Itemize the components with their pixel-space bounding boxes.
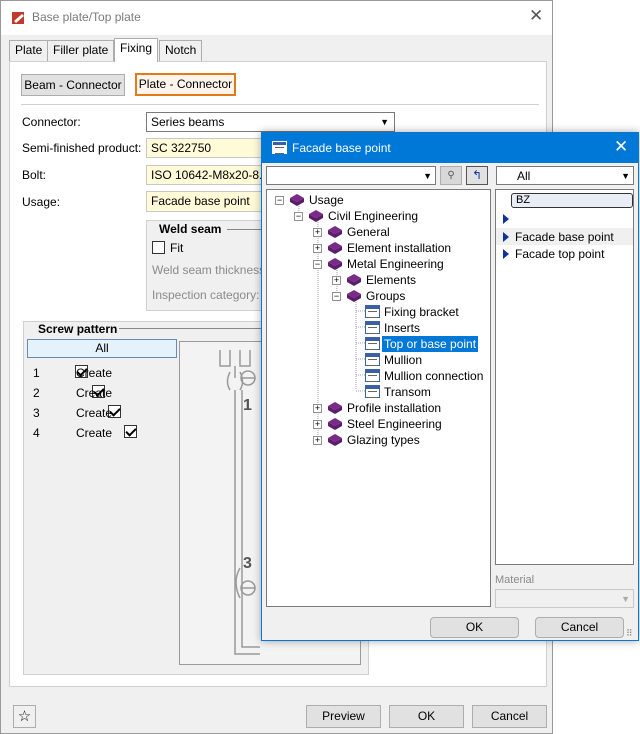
category-tree: − Usage − Civil Engineering + General + … — [266, 189, 491, 607]
material-select[interactable]: ▼ — [495, 589, 634, 608]
book-icon — [290, 194, 304, 206]
book-icon — [328, 226, 342, 238]
table-icon — [365, 337, 380, 350]
book-icon — [328, 434, 342, 446]
create-label-2: Create — [76, 386, 113, 400]
cancel-button[interactable]: Cancel — [472, 705, 547, 728]
favorites-button[interactable]: ☆ — [13, 705, 36, 728]
connector-label: Connector: — [22, 115, 81, 129]
facade-dialog: Facade base point ✕ ▼ ⚲ ↰ All ▼ − Usage … — [261, 132, 639, 641]
row-marker-icon — [503, 249, 509, 259]
book-icon — [328, 402, 342, 414]
expand-icon[interactable]: + — [313, 436, 322, 445]
arrow-up-icon: ↰ — [471, 168, 483, 182]
filter-select[interactable]: All ▼ — [496, 166, 634, 185]
tab-filler-plate[interactable]: Filler plate — [47, 40, 115, 61]
book-icon — [328, 242, 342, 254]
plate-connector-button[interactable]: Plate - Connector — [135, 73, 236, 96]
table-icon — [365, 369, 380, 382]
book-icon — [309, 210, 323, 222]
tab-notch[interactable]: Notch — [159, 40, 203, 61]
screw-row-number: 3 — [33, 406, 40, 420]
facade-dialog-title: Facade base point — [292, 141, 391, 155]
main-window-title: Base plate/Top plate — [32, 10, 141, 24]
collapse-icon[interactable]: − — [294, 212, 303, 221]
ok-button[interactable]: OK — [389, 705, 464, 728]
list-item[interactable]: Facade base point — [496, 228, 633, 245]
weld-thickness-label: Weld seam thickness — [152, 263, 266, 277]
facade-title-bar: Facade base point ✕ — [262, 133, 638, 163]
create-label-3: Create — [76, 406, 113, 420]
material-label: Material — [495, 574, 535, 586]
screw-row-number: 4 — [33, 426, 40, 440]
screw-pattern-title-rule — [119, 328, 264, 329]
screw-row-number: 1 — [33, 366, 40, 380]
row-marker-icon — [503, 232, 509, 242]
book-icon — [328, 258, 342, 270]
facade-ok-button[interactable]: OK — [430, 617, 519, 638]
book-icon — [347, 290, 361, 302]
create-checkbox-4[interactable] — [124, 425, 138, 438]
facade-cancel-button[interactable]: Cancel — [535, 617, 624, 638]
usage-label: Usage: — [22, 195, 61, 209]
collapse-icon[interactable]: − — [332, 292, 341, 301]
screw-pattern-title: Screw pattern — [36, 322, 120, 336]
up-level-button[interactable]: ↰ — [466, 166, 488, 185]
table-icon — [365, 385, 380, 398]
expand-icon[interactable]: + — [332, 276, 341, 285]
bolt-label: Bolt: — [22, 168, 47, 182]
close-icon[interactable]: ✕ — [614, 137, 628, 157]
create-label-1: Create — [76, 366, 113, 380]
expand-icon[interactable]: + — [313, 404, 322, 413]
book-icon — [347, 274, 361, 286]
preview-button[interactable]: Preview — [306, 705, 381, 728]
resize-grip-icon[interactable]: ⠿ — [626, 628, 633, 639]
book-icon — [328, 418, 342, 430]
close-icon[interactable]: ✕ — [529, 6, 543, 26]
fit-label: Fit — [170, 241, 184, 255]
create-label-4: Create — [76, 426, 113, 440]
star-icon: ☆ — [17, 708, 32, 725]
main-title-bar: Base plate/Top plate ✕ — [1, 1, 552, 35]
all-button[interactable]: All — [27, 339, 177, 358]
chevron-down-icon: ▼ — [380, 117, 389, 127]
table-icon — [365, 353, 380, 366]
expand-icon[interactable]: + — [313, 244, 322, 253]
list-item[interactable]: Facade top point — [496, 245, 633, 262]
preview-label-3: 3 — [243, 555, 252, 572]
app-icon — [12, 12, 24, 24]
chevron-down-icon: ▼ — [423, 171, 432, 181]
path-combobox[interactable]: ▼ — [266, 166, 436, 185]
weld-seam-title: Weld seam — [159, 222, 222, 236]
chevron-down-icon: ▼ — [621, 171, 630, 181]
collapse-icon[interactable]: − — [313, 260, 322, 269]
expand-icon[interactable]: + — [313, 228, 322, 237]
search-field[interactable]: BZ — [511, 193, 633, 208]
semi-finished-label: Semi-finished product: — [22, 141, 142, 155]
table-icon — [272, 141, 287, 154]
item-list: BZ Facade base point Facade top point — [495, 189, 634, 565]
binoculars-button[interactable]: ⚲ — [440, 166, 462, 185]
connector-select[interactable]: Series beams ▼ — [146, 112, 395, 132]
chevron-down-icon: ▼ — [621, 594, 630, 604]
tab-fixing[interactable]: Fixing — [114, 38, 159, 62]
separator — [21, 104, 539, 105]
expand-icon[interactable]: + — [313, 420, 322, 429]
fit-checkbox[interactable] — [152, 241, 165, 254]
inspection-label: Inspection category: — [152, 288, 260, 302]
table-icon — [365, 305, 380, 318]
screw-row-number: 2 — [33, 386, 40, 400]
beam-connector-button[interactable]: Beam - Connector — [21, 74, 125, 96]
table-icon — [365, 321, 380, 334]
binoculars-icon: ⚲ — [447, 170, 455, 181]
preview-label-1: 1 — [243, 397, 252, 414]
collapse-icon[interactable]: − — [275, 196, 284, 205]
row-marker-icon — [503, 214, 509, 224]
tab-plate[interactable]: Plate — [9, 40, 49, 61]
